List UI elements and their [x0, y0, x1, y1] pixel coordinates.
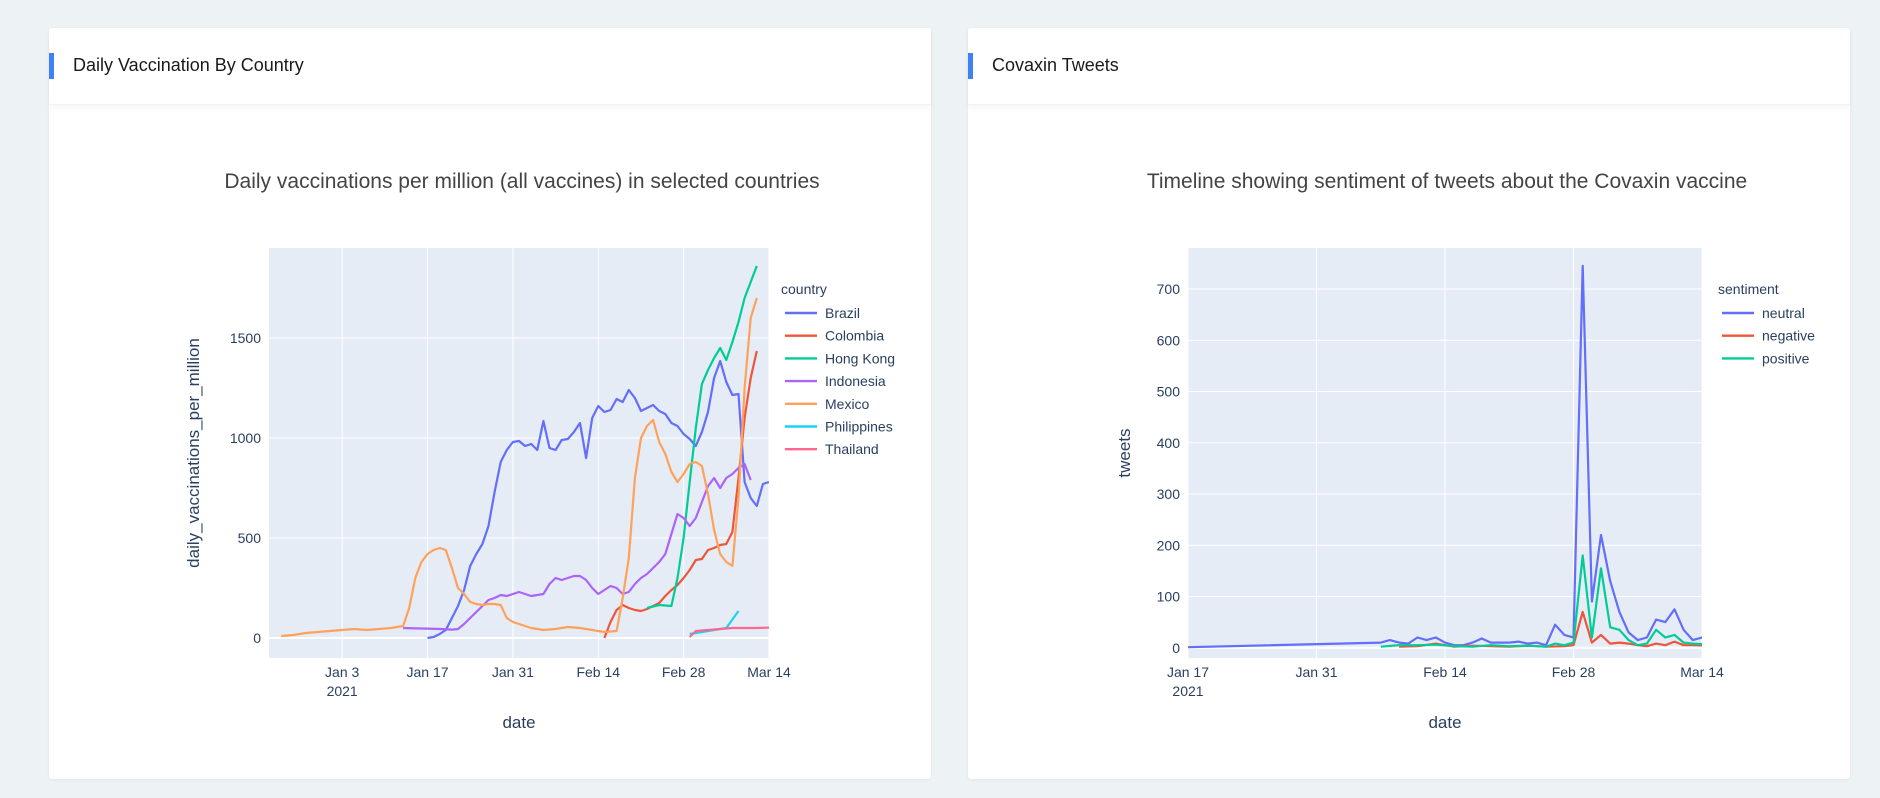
x-tick-label: Feb 28 [1552, 664, 1596, 680]
legend-label: Mexico [825, 396, 870, 412]
legend-label: positive [1762, 350, 1810, 366]
legend-item[interactable]: Colombia [785, 328, 884, 344]
legend-label: neutral [1762, 305, 1805, 321]
x-tick-label: Feb 28 [662, 664, 706, 680]
legend: sentiment neutral negative positive [1718, 281, 1815, 366]
x-tick-label: Mar 14 [747, 664, 791, 680]
legend-label: Brazil [825, 305, 860, 321]
y-tick-label: 600 [1157, 332, 1181, 348]
y-tick-label: 100 [1157, 589, 1181, 605]
legend-item[interactable]: Philippines [785, 419, 893, 435]
x-tick-label: Feb 14 [576, 664, 620, 680]
legend-item[interactable]: Mexico [785, 396, 870, 412]
legend-label: negative [1762, 328, 1815, 344]
chart-title: Timeline showing sentiment of tweets abo… [1147, 170, 1747, 193]
x-tick-label: Jan 17 [1167, 664, 1209, 680]
x-tick-year-label: 2021 [327, 683, 358, 699]
x-tick-label: Jan 17 [407, 664, 449, 680]
x-tick-year-label: 2021 [1172, 683, 1203, 699]
legend: country Brazil Colombia Hong Kong Indonesia M… [781, 281, 895, 457]
x-tick-label: Jan 31 [492, 664, 534, 680]
x-tick-label: Feb 14 [1423, 664, 1467, 680]
legend-item[interactable]: Brazil [785, 305, 860, 321]
legend-label: Indonesia [825, 373, 886, 389]
chart-title: Daily vaccinations per million (all vacc… [224, 170, 819, 193]
y-tick-label: 300 [1157, 486, 1181, 502]
legend-item[interactable]: Thailand [785, 441, 879, 457]
vaccination-chart: Daily vaccinations per million (all vacc… [184, 170, 895, 732]
y-tick-label: 1000 [230, 430, 261, 446]
legend-label: Thailand [825, 441, 879, 457]
y-tick-label: 200 [1157, 537, 1181, 553]
legend-item[interactable]: positive [1722, 350, 1810, 366]
covaxin-chart: Timeline showing sentiment of tweets abo… [1115, 170, 1815, 732]
y-tick-label: 500 [238, 530, 262, 546]
legend-item[interactable]: negative [1722, 328, 1815, 344]
covaxin-card: Covaxin Tweets Timeline showing sentimen… [968, 28, 1850, 779]
y-tick-label: 700 [1157, 281, 1181, 297]
y-tick-label: 500 [1157, 384, 1181, 400]
x-axis-title: date [502, 713, 535, 732]
y-tick-label: 0 [253, 630, 261, 646]
x-tick-label: Jan 31 [1295, 664, 1337, 680]
legend-title: sentiment [1718, 281, 1779, 297]
legend-item[interactable]: neutral [1722, 305, 1805, 321]
vaccination-card: Daily Vaccination By Country Daily vacci… [49, 28, 931, 779]
y-axis-title: tweets [1115, 428, 1134, 477]
x-tick-label: Mar 14 [1680, 664, 1724, 680]
legend-item[interactable]: Indonesia [785, 373, 886, 389]
legend-label: Colombia [825, 328, 884, 344]
x-axis-title: date [1428, 713, 1461, 732]
legend-item[interactable]: Hong Kong [785, 350, 895, 366]
y-tick-label: 1500 [230, 330, 261, 346]
legend-label: Hong Kong [825, 350, 895, 366]
y-tick-label: 400 [1157, 435, 1181, 451]
legend-title: country [781, 281, 827, 297]
x-tick-label: Jan 3 [325, 664, 359, 680]
y-axis-title: daily_vaccinations_per_million [184, 338, 203, 568]
y-tick-label: 0 [1172, 640, 1180, 656]
legend-label: Philippines [825, 419, 893, 435]
